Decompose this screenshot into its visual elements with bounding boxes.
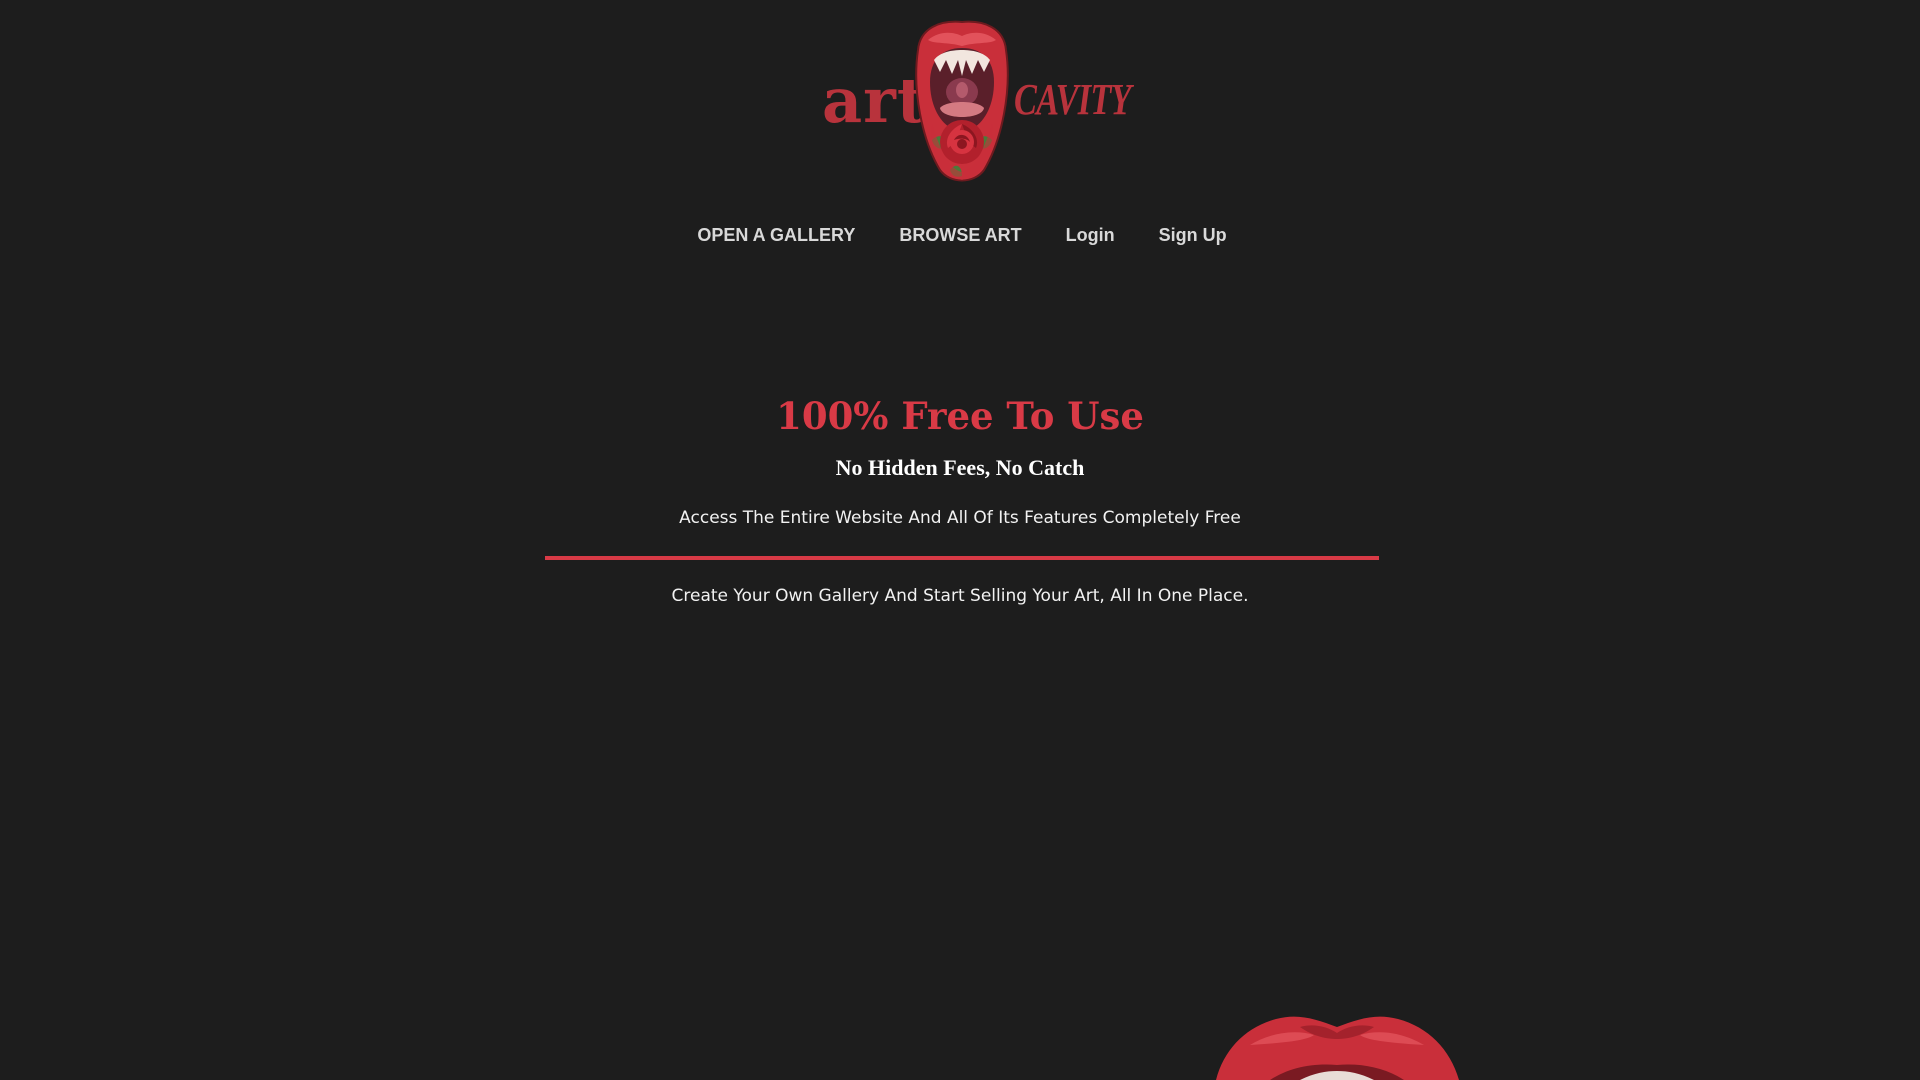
main-nav: OPEN A GALLERY BROWSE ART Login Sign Up <box>0 225 1920 246</box>
hero-subtitle: No Hidden Fees, No Catch <box>835 455 1085 480</box>
nav-browse-art[interactable]: BROWSE ART <box>899 225 1021 246</box>
logo-word-cavity: CAVITY <box>1014 75 1132 124</box>
hero-description: Access The Entire Website And All Of Its… <box>679 508 1241 528</box>
page: art CAVITY OPEN A GALLERY BROWSE ART Log… <box>0 0 1920 1080</box>
red-lips-icon <box>1216 1016 1459 1080</box>
hero-divider <box>545 556 1379 560</box>
nav-login[interactable]: Login <box>1066 225 1115 246</box>
hero-tagline: Create Your Own Gallery And Start Sellin… <box>671 586 1249 606</box>
hero-title: 100% Free To Use <box>776 394 1144 438</box>
nav-open-a-gallery[interactable]: OPEN A GALLERY <box>697 225 855 246</box>
nav-sign-up[interactable]: Sign Up <box>1159 225 1227 246</box>
site-logo[interactable]: art CAVITY <box>818 20 1132 185</box>
open-mouth-rose-icon <box>915 20 1009 182</box>
